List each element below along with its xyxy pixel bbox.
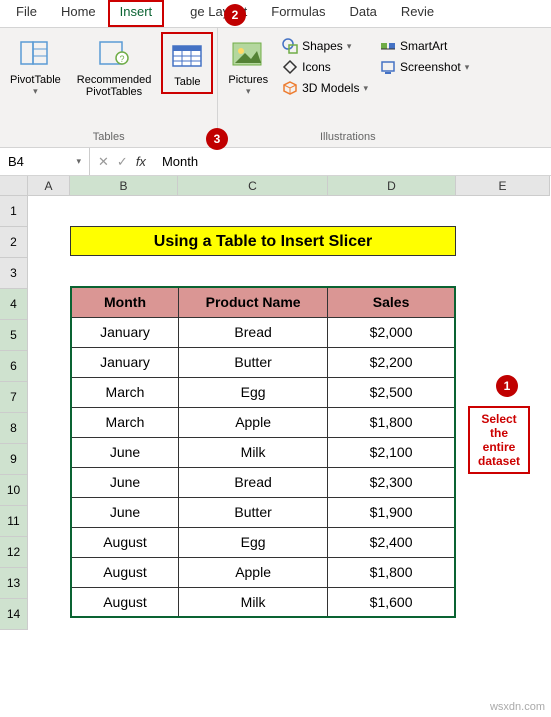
watermark: wsxdn.com xyxy=(490,701,545,713)
tab-insert[interactable]: Insert xyxy=(108,0,165,27)
screenshot-icon xyxy=(380,59,396,75)
pictures-button[interactable]: Pictures ▾ xyxy=(222,32,274,101)
table-row: JuneMilk$2,100 xyxy=(71,437,455,467)
name-box-dropdown-icon: ▾ xyxy=(76,156,81,167)
step-3-badge: 3 xyxy=(206,128,228,150)
row-head[interactable]: 7 xyxy=(0,382,28,413)
data-table[interactable]: Month Product Name Sales JanuaryBread$2,… xyxy=(70,286,456,618)
table-row: AugustEgg$2,400 xyxy=(71,527,455,557)
grid-headers: A B C D E xyxy=(0,176,551,196)
row-head[interactable]: 2 xyxy=(0,227,28,258)
smartart-icon xyxy=(380,38,396,54)
tab-formulas[interactable]: Formulas xyxy=(259,0,337,27)
header-product: Product Name xyxy=(179,287,328,317)
tables-group-label: Tables xyxy=(93,129,125,145)
table-row: AugustMilk$1,600 xyxy=(71,587,455,617)
ribbon: PivotTable ▾ ? Recommended PivotTables T… xyxy=(0,28,551,148)
dropdown-caret-icon: ▾ xyxy=(33,86,38,97)
title-banner: Using a Table to Insert Slicer xyxy=(70,226,456,256)
formula-input[interactable]: Month xyxy=(154,154,551,169)
select-all-corner[interactable] xyxy=(0,176,28,196)
row-head[interactable]: 8 xyxy=(0,413,28,444)
row-head[interactable]: 5 xyxy=(0,320,28,351)
fx-icon[interactable]: fx xyxy=(136,154,146,169)
dropdown-caret-icon: ▾ xyxy=(246,86,251,97)
row-head[interactable]: 14 xyxy=(0,599,28,630)
icons-button[interactable]: Icons xyxy=(278,57,372,77)
cancel-icon[interactable]: ✕ xyxy=(98,154,109,170)
svg-text:?: ? xyxy=(120,54,125,64)
row-head[interactable]: 9 xyxy=(0,444,28,475)
formula-bar: B4 ▾ ✕ ✓ fx Month xyxy=(0,148,551,176)
ribbon-tabs: File Home Insert ge Layout Formulas Data… xyxy=(0,0,551,28)
table-row: MarchApple$1,800 xyxy=(71,407,455,437)
3d-models-icon xyxy=(282,80,298,96)
tab-review[interactable]: Revie xyxy=(389,0,446,27)
header-sales: Sales xyxy=(328,287,455,317)
tab-data[interactable]: Data xyxy=(337,0,388,27)
row-head[interactable]: 13 xyxy=(0,568,28,599)
shapes-button[interactable]: Shapes ▾ xyxy=(278,36,372,56)
annotation-select-dataset: Select the entire dataset xyxy=(468,406,530,474)
col-head-a[interactable]: A xyxy=(28,176,70,196)
row-head[interactable]: 12 xyxy=(0,537,28,568)
name-box[interactable]: B4 ▾ xyxy=(0,148,90,175)
table-row: JuneBread$2,300 xyxy=(71,467,455,497)
illustrations-group: Pictures ▾ Shapes ▾ Icons 3D Models ▾ xyxy=(218,28,477,147)
table-row: MarchEgg$2,500 xyxy=(71,377,455,407)
table-row: JuneButter$1,900 xyxy=(71,497,455,527)
illustrations-group-label: Illustrations xyxy=(320,129,376,145)
tab-home[interactable]: Home xyxy=(49,0,108,27)
icons-icon xyxy=(282,59,298,75)
table-header-row: Month Product Name Sales xyxy=(71,287,455,317)
tables-group: PivotTable ▾ ? Recommended PivotTables T… xyxy=(0,28,218,147)
3d-models-button[interactable]: 3D Models ▾ xyxy=(278,78,372,98)
col-head-e[interactable]: E xyxy=(456,176,550,196)
step-2-badge: 2 xyxy=(224,4,246,26)
table-icon xyxy=(169,38,205,74)
row-head[interactable]: 11 xyxy=(0,506,28,537)
table-row: JanuaryBread$2,000 xyxy=(71,317,455,347)
screenshot-button[interactable]: Screenshot ▾ xyxy=(376,57,473,77)
header-month: Month xyxy=(71,287,179,317)
pictures-icon xyxy=(230,36,266,72)
enter-icon[interactable]: ✓ xyxy=(117,154,128,170)
step-1-badge: 1 xyxy=(496,375,518,397)
tab-file[interactable]: File xyxy=(4,0,49,27)
col-head-b[interactable]: B xyxy=(70,176,178,196)
row-head[interactable]: 4 xyxy=(0,289,28,320)
smartart-button[interactable]: SmartArt xyxy=(376,36,473,56)
row-head[interactable]: 10 xyxy=(0,475,28,506)
shapes-icon xyxy=(282,38,298,54)
pivottable-button[interactable]: PivotTable ▾ xyxy=(4,32,67,101)
table-row: JanuaryButter$2,200 xyxy=(71,347,455,377)
row-head[interactable]: 6 xyxy=(0,351,28,382)
col-head-d[interactable]: D xyxy=(328,176,456,196)
col-head-c[interactable]: C xyxy=(178,176,328,196)
pivottable-icon xyxy=(17,36,53,72)
table-row: AugustApple$1,800 xyxy=(71,557,455,587)
row-head[interactable]: 1 xyxy=(0,196,28,227)
row-head[interactable]: 3 xyxy=(0,258,28,289)
recommended-pivot-icon: ? xyxy=(96,36,132,72)
table-button[interactable]: Table xyxy=(161,32,213,94)
recommended-pivottables-button[interactable]: ? Recommended PivotTables xyxy=(71,32,158,102)
